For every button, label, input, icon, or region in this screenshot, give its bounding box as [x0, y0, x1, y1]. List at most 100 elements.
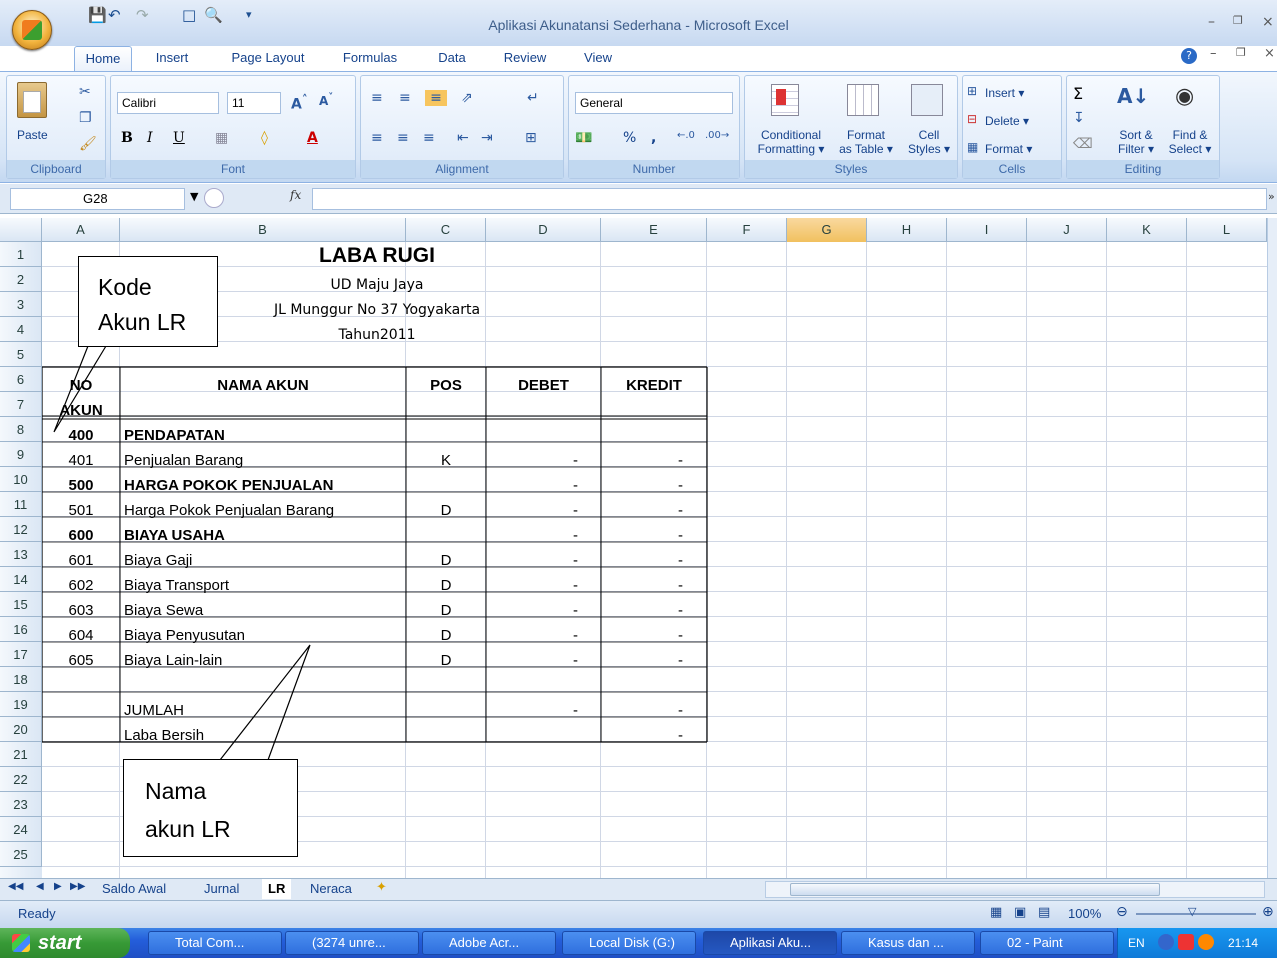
- page-break-view-icon[interactable]: ▤: [1038, 905, 1050, 920]
- percent-button[interactable]: %: [623, 130, 636, 146]
- paste-button[interactable]: Paste: [17, 128, 48, 142]
- row-header-12[interactable]: 12: [0, 517, 42, 542]
- column-header-l[interactable]: L: [1187, 218, 1267, 242]
- column-header-d[interactable]: D: [486, 218, 601, 242]
- increase-decimal-icon[interactable]: ←.0: [677, 130, 695, 141]
- taskbar-paint[interactable]: 02 - Paint: [980, 931, 1114, 955]
- font-name-combo[interactable]: Calibri: [117, 92, 219, 114]
- row-header-19[interactable]: 19: [0, 692, 42, 717]
- horizontal-scrollbar[interactable]: [765, 881, 1265, 898]
- row-header-13[interactable]: 13: [0, 542, 42, 567]
- start-button[interactable]: start: [0, 928, 130, 958]
- insert-cells-button[interactable]: Insert ▾: [985, 86, 1024, 100]
- sheet-tab-saldo-awal[interactable]: Saldo Awal: [96, 879, 172, 899]
- binoculars-icon[interactable]: ◉: [1175, 84, 1194, 109]
- row-header-9[interactable]: 9: [0, 442, 42, 467]
- formula-cancel-icon[interactable]: [204, 188, 224, 208]
- taskbar-local-disk[interactable]: Local Disk (G:): [562, 931, 696, 955]
- align-right-icon[interactable]: ≡: [423, 130, 435, 146]
- column-header-j[interactable]: J: [1027, 218, 1107, 242]
- conditional-formatting-icon[interactable]: [771, 84, 799, 116]
- insert-sheet-icon[interactable]: ✦: [376, 880, 387, 895]
- tab-data[interactable]: Data: [428, 46, 476, 72]
- increase-indent-icon[interactable]: ⇥: [481, 130, 493, 146]
- taskbar-mail[interactable]: (3274 unre...: [285, 931, 419, 955]
- row-header-8[interactable]: 8: [0, 417, 42, 442]
- bold-button[interactable]: B: [121, 130, 133, 146]
- row-header-1[interactable]: 1: [0, 242, 42, 267]
- insert-function-icon[interactable]: fx: [290, 188, 301, 202]
- zoom-level[interactable]: 100%: [1068, 906, 1101, 921]
- row-header-4[interactable]: 4: [0, 317, 42, 342]
- align-center-icon[interactable]: ≡: [397, 130, 409, 146]
- taskbar-total-commander[interactable]: Total Com...: [148, 931, 282, 955]
- row-header-18[interactable]: 18: [0, 667, 42, 692]
- help-icon[interactable]: ?: [1181, 48, 1197, 64]
- zoom-slider-thumb[interactable]: ▽: [1188, 905, 1196, 918]
- sort-filter-button[interactable]: Sort & Filter ▾: [1111, 128, 1161, 156]
- sheet-nav-prev-icon[interactable]: ◀: [36, 881, 44, 892]
- page-layout-view-icon[interactable]: ▣: [1014, 905, 1026, 920]
- row-header-17[interactable]: 17: [0, 642, 42, 667]
- fill-icon[interactable]: ↧: [1073, 110, 1085, 126]
- grow-font-icon[interactable]: A˄: [291, 92, 308, 113]
- align-middle-icon[interactable]: ≡: [399, 90, 411, 106]
- column-header-k[interactable]: K: [1107, 218, 1187, 242]
- sheet-tab-lr[interactable]: LR: [262, 879, 292, 899]
- normal-view-icon[interactable]: ▦: [990, 905, 1002, 920]
- vertical-scrollbar[interactable]: [1267, 218, 1277, 878]
- paste-icon[interactable]: [17, 82, 47, 118]
- align-top-icon[interactable]: ≡: [371, 90, 383, 106]
- tab-home[interactable]: Home: [74, 46, 132, 72]
- name-box[interactable]: G28: [10, 188, 185, 210]
- format-cells-button[interactable]: Format ▾: [985, 142, 1032, 156]
- select-all-corner[interactable]: [0, 218, 42, 242]
- sheet-tab-jurnal[interactable]: Jurnal: [198, 879, 245, 899]
- fill-color-icon[interactable]: ◊: [261, 130, 268, 146]
- format-painter-icon[interactable]: 🖌: [79, 136, 97, 152]
- row-header-6[interactable]: 6: [0, 367, 42, 392]
- underline-button[interactable]: U: [173, 130, 185, 146]
- sheet-nav-last-icon[interactable]: ▶▶: [70, 881, 85, 892]
- row-header-23[interactable]: 23: [0, 792, 42, 817]
- tab-review[interactable]: Review: [494, 46, 556, 72]
- row-header-7[interactable]: 7: [0, 392, 42, 417]
- taskbar-kasus[interactable]: Kasus dan ...: [841, 931, 975, 955]
- conditional-formatting-button[interactable]: Conditional Formatting ▾: [751, 128, 831, 156]
- workbook-close-icon[interactable]: ×: [1264, 46, 1275, 61]
- orientation-icon[interactable]: ⇗: [461, 90, 473, 106]
- sheet-nav-next-icon[interactable]: ▶: [54, 881, 62, 892]
- copy-icon[interactable]: ❐: [79, 110, 92, 126]
- italic-button[interactable]: I: [147, 130, 153, 146]
- column-header-f[interactable]: F: [707, 218, 787, 242]
- row-header-2[interactable]: 2: [0, 267, 42, 292]
- row-header-15[interactable]: 15: [0, 592, 42, 617]
- row-header-21[interactable]: 21: [0, 742, 42, 767]
- row-header-20[interactable]: 20: [0, 717, 42, 742]
- delete-cells-button[interactable]: Delete ▾: [985, 114, 1029, 128]
- row-header-10[interactable]: 10: [0, 467, 42, 492]
- row-header-25[interactable]: 25: [0, 842, 42, 867]
- row-header-3[interactable]: 3: [0, 292, 42, 317]
- tab-insert[interactable]: Insert: [144, 46, 200, 72]
- sheet-nav-first-icon[interactable]: ◀◀: [8, 881, 23, 892]
- tray-app-icon[interactable]: [1158, 934, 1174, 950]
- font-color-icon[interactable]: A: [307, 130, 318, 146]
- decrease-decimal-icon[interactable]: .00→: [705, 130, 729, 141]
- row-header-22[interactable]: 22: [0, 767, 42, 792]
- restore-icon[interactable]: ❐: [1233, 14, 1243, 27]
- expand-formula-icon[interactable]: »: [1268, 190, 1275, 203]
- row-header-14[interactable]: 14: [0, 567, 42, 592]
- decrease-indent-icon[interactable]: ⇤: [457, 130, 469, 146]
- format-as-table-button[interactable]: Format as Table ▾: [833, 128, 899, 156]
- row-header-5[interactable]: 5: [0, 342, 42, 367]
- comma-button[interactable]: ,: [651, 130, 656, 146]
- name-box-dropdown-icon[interactable]: ▼: [190, 190, 198, 203]
- workbook-restore-icon[interactable]: ❐: [1236, 46, 1246, 59]
- borders-icon[interactable]: ▦: [215, 130, 228, 146]
- find-select-button[interactable]: Find & Select ▾: [1163, 128, 1217, 156]
- font-size-combo[interactable]: 11: [227, 92, 281, 114]
- row-header-24[interactable]: 24: [0, 817, 42, 842]
- autosum-icon[interactable]: Σ: [1073, 84, 1083, 103]
- cell-styles-icon[interactable]: [911, 84, 943, 116]
